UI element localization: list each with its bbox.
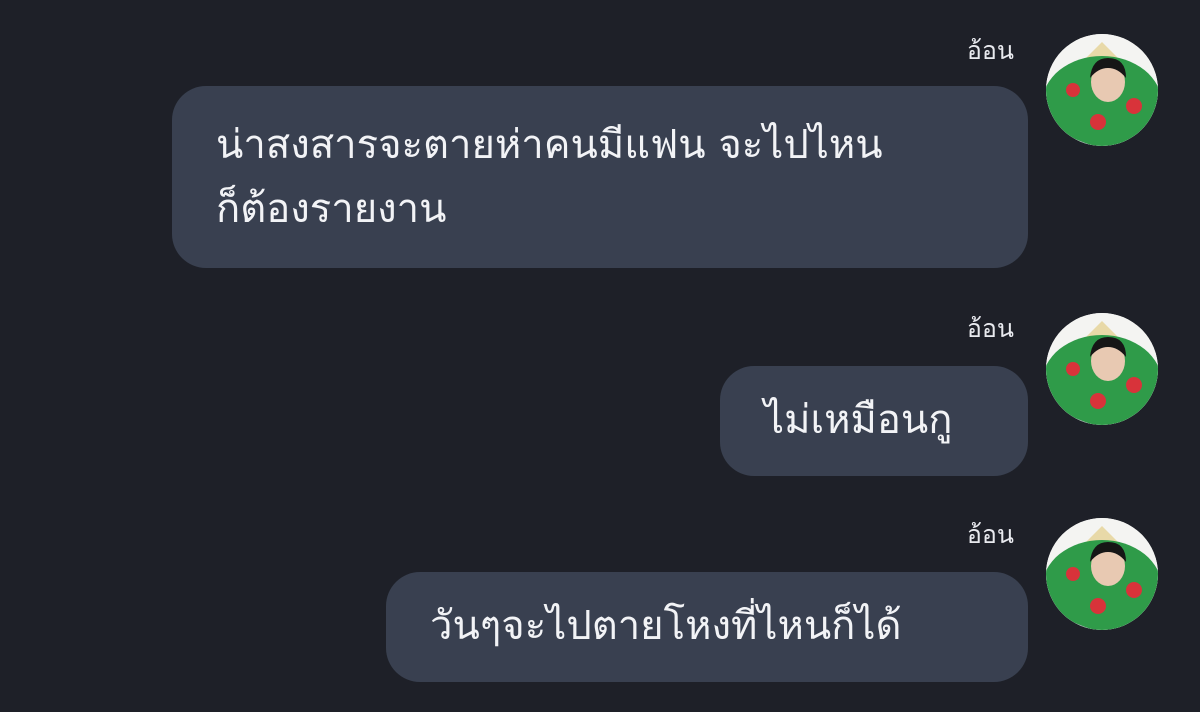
- avatar[interactable]: [1046, 34, 1158, 146]
- sender-name: อ้อน: [966, 520, 1014, 549]
- message-bubble[interactable]: วันๆจะไปตายโหงที่ไหนก็ได้: [386, 572, 1028, 682]
- avatar-icon: [1046, 34, 1158, 146]
- message-bubble[interactable]: น่าสงสารจะตายห่าคนมีแฟน จะไปไหน ก็ต้องรา…: [172, 86, 1028, 268]
- avatar[interactable]: [1046, 518, 1158, 630]
- message-bubble[interactable]: ไม่เหมือนกู: [720, 366, 1028, 476]
- sender-name: อ้อน: [966, 36, 1014, 65]
- avatar-icon: [1046, 313, 1158, 425]
- avatar-icon: [1046, 518, 1158, 630]
- sender-name: อ้อน: [966, 314, 1014, 343]
- avatar[interactable]: [1046, 313, 1158, 425]
- chat-thread: อ้อน น่าสงสารจะตายห่าคนมีแฟน จะไปไหน ก็ต…: [0, 0, 1200, 712]
